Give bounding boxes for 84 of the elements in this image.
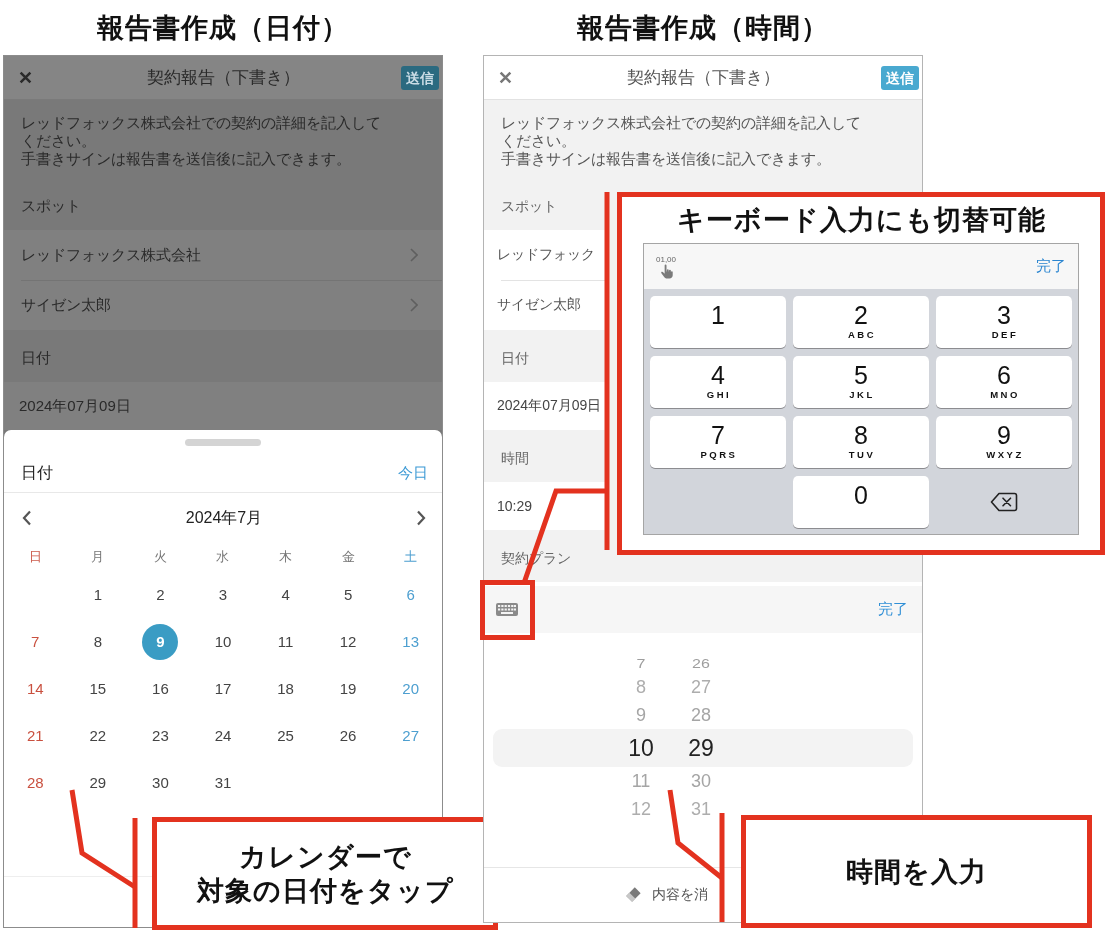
- close-icon[interactable]: [19, 71, 32, 84]
- sheet-title: 日付: [21, 462, 53, 483]
- calendar-day[interactable]: 2: [142, 576, 179, 613]
- calendar-day[interactable]: 10: [205, 623, 241, 660]
- callout-text: 時間を入力: [846, 855, 987, 889]
- hand-pointer-icon: [659, 263, 673, 279]
- keypad-key[interactable]: 2 ABC: [793, 296, 929, 348]
- section-label: 時間: [501, 450, 529, 468]
- calendar-day[interactable]: 22: [79, 717, 116, 754]
- clear-button[interactable]: 内容を消: [624, 886, 708, 904]
- value-field[interactable]: 2024年07月09日: [4, 382, 442, 430]
- chevron-right-icon[interactable]: [416, 510, 426, 526]
- calendar-day[interactable]: 15: [79, 670, 116, 707]
- keypad-key[interactable]: 5 JKL: [793, 356, 929, 408]
- weekday-label: 木: [279, 548, 293, 566]
- value-field[interactable]: 2024年07月09日: [484, 382, 605, 430]
- calendar-day[interactable]: 5: [330, 576, 367, 613]
- description-text: 手書きサインは報告書を送信後に記入できます。: [21, 150, 352, 168]
- weekday-label: 日: [28, 548, 42, 566]
- keypad-key[interactable]: 9 WXYZ: [936, 416, 1072, 468]
- section-label: 日付: [21, 349, 51, 368]
- list-item[interactable]: サイゼン太郎: [4, 280, 442, 330]
- section-label: スポット: [501, 198, 557, 216]
- calendar-day[interactable]: 7: [17, 623, 54, 660]
- keypad-key[interactable]: 8 TUV: [793, 416, 929, 468]
- keypad-key[interactable]: 7 PQRS: [650, 416, 786, 468]
- calendar-day[interactable]: 12: [330, 623, 367, 660]
- weekday-label: 水: [216, 548, 230, 566]
- nav-title: 契約報告（下書き）: [146, 67, 300, 89]
- calendar-day[interactable]: 3: [205, 576, 241, 613]
- weekday-label: 月: [91, 548, 105, 566]
- calendar-day[interactable]: 29: [79, 764, 116, 801]
- month-label: 2024年7月: [185, 507, 263, 528]
- callout-title: キーボード入力にも切替可能: [676, 204, 1046, 237]
- list-item[interactable]: レッドフォック: [484, 230, 605, 280]
- wheel-option[interactable]: 29: [688, 736, 714, 760]
- calendar-day[interactable]: 11: [267, 623, 304, 660]
- highlight-frame: [480, 580, 535, 640]
- description-text: レッドフォックス株式会社での契約の詳細を記入してください。: [21, 114, 382, 150]
- keypad-key[interactable]: 6 MNO: [936, 356, 1072, 408]
- calendar-day[interactable]: 21: [17, 717, 54, 754]
- panel-heading: 報告書作成（日付）: [97, 11, 349, 45]
- calendar-day[interactable]: 24: [205, 717, 241, 754]
- section-label: スポット: [21, 197, 81, 216]
- calendar-day[interactable]: 18: [267, 670, 304, 707]
- wheel-option[interactable]: 10: [628, 736, 654, 760]
- send-button[interactable]: 送信: [401, 65, 439, 90]
- calendar-day[interactable]: 17: [205, 670, 241, 707]
- section-label: 日付: [501, 350, 529, 368]
- description-text: 手書きサインは報告書を送信後に記入できます。: [501, 150, 832, 168]
- panel-heading: 報告書作成（時間）: [577, 11, 829, 45]
- keypad-key[interactable]: 1: [650, 296, 786, 348]
- format-toggle-button[interactable]: 01,00: [656, 254, 677, 279]
- calendar-day[interactable]: 31: [205, 764, 241, 801]
- calendar-day[interactable]: 4: [267, 576, 304, 613]
- calendar-day[interactable]: 23: [142, 717, 179, 754]
- calendar-day[interactable]: 28: [17, 764, 54, 801]
- calendar-day[interactable]: 30: [142, 764, 179, 801]
- calendar-day[interactable]: 16: [142, 670, 179, 707]
- weekday-label: 金: [341, 548, 355, 566]
- calendar-day[interactable]: 1: [79, 576, 116, 613]
- calendar-day[interactable]: 26: [330, 717, 367, 754]
- description-text: レッドフォックス株式会社での契約の詳細を記入してください。: [501, 114, 862, 150]
- calendar-day[interactable]: 25: [267, 717, 304, 754]
- keyboard-icon[interactable]: [496, 603, 518, 616]
- keypad-key[interactable]: 4 GHI: [650, 356, 786, 408]
- eraser-icon: [624, 886, 642, 904]
- keypad-key[interactable]: 3 DEF: [936, 296, 1072, 348]
- value-field[interactable]: 10:29: [484, 482, 605, 530]
- done-button[interactable]: 完了: [1036, 257, 1066, 276]
- weekday-label: 土: [404, 548, 418, 566]
- keypad-key[interactable]: 0: [793, 476, 929, 528]
- list-item[interactable]: サイゼン太郎: [484, 280, 605, 330]
- weekday-label: 火: [153, 548, 167, 566]
- list-item[interactable]: レッドフォックス株式会社: [4, 230, 442, 280]
- calendar-day[interactable]: 8: [79, 623, 116, 660]
- chevron-left-icon[interactable]: [22, 510, 32, 526]
- drag-handle[interactable]: [185, 438, 261, 446]
- calendar-day[interactable]: 19: [330, 670, 367, 707]
- calendar-day[interactable]: 14: [17, 670, 54, 707]
- close-icon[interactable]: [499, 71, 512, 84]
- nav-title: 契約報告（下書き）: [626, 67, 780, 89]
- backspace-icon[interactable]: [990, 492, 1018, 512]
- callout-text: カレンダーで 対象の日付をタップ: [196, 840, 454, 908]
